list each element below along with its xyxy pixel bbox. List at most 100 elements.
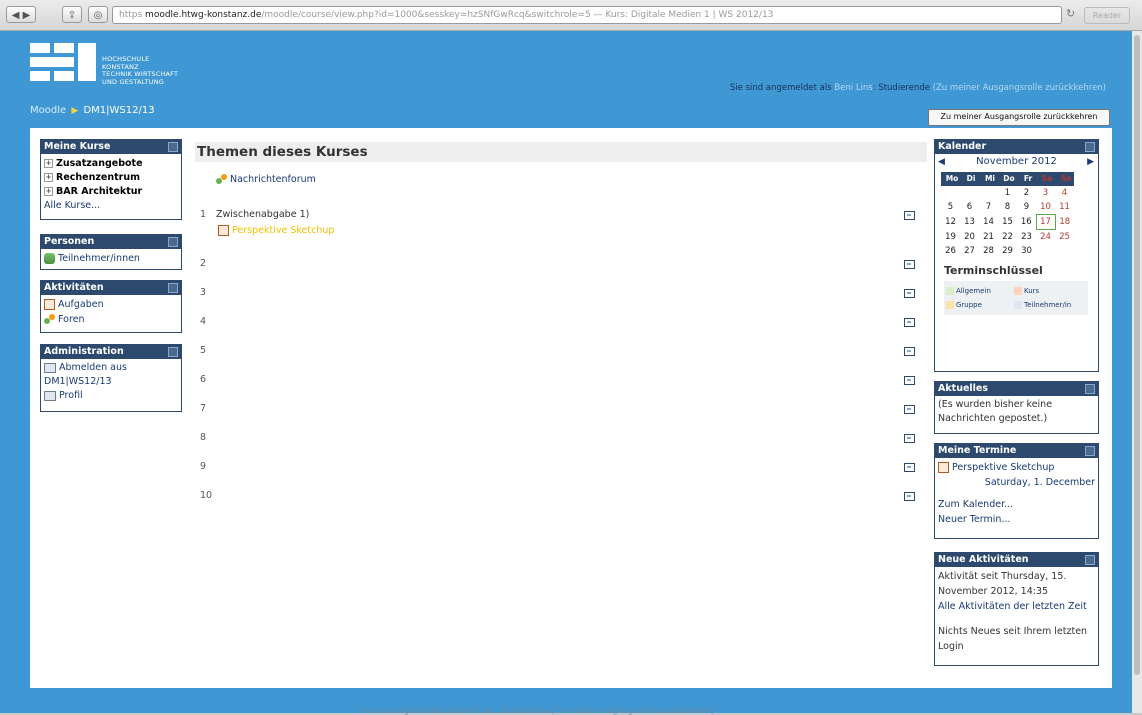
news-forum-link[interactable]: Nachrichtenforum — [216, 174, 316, 185]
key-user[interactable]: Teilnehmer/in — [1012, 298, 1080, 312]
calendar-day[interactable]: 2 — [1017, 186, 1036, 200]
calendar-day[interactable]: 15 — [998, 215, 1017, 230]
calendar-day[interactable]: 6 — [960, 200, 979, 215]
page-scrollbar[interactable] — [1132, 31, 1142, 713]
calendar-day[interactable]: 24 — [1036, 230, 1055, 245]
forums-link[interactable]: Foren — [44, 312, 178, 327]
calendar-day[interactable]: 29 — [998, 244, 1017, 258]
hide-block-icon[interactable] — [1085, 384, 1095, 394]
event-link[interactable]: Perspektive Sketchup — [938, 460, 1095, 475]
calendar-day[interactable]: 13 — [960, 215, 979, 230]
section-number: 10 — [200, 490, 213, 501]
calendar-empty-cell — [941, 186, 960, 200]
section-toggle-icon[interactable] — [904, 492, 915, 501]
hide-block-icon[interactable] — [1085, 555, 1095, 565]
address-bar[interactable]: https moodle.htwg-konstanz.de/moodle/cou… — [112, 6, 1062, 24]
calendar-day[interactable]: 5 — [941, 200, 960, 215]
key-course-swatch — [1014, 287, 1022, 295]
calendar-key: Allgemein KursGruppe Teilnehmer/in — [944, 281, 1088, 315]
prev-month-icon[interactable]: ◀ — [938, 154, 945, 170]
profile-link[interactable]: Profil — [44, 389, 178, 403]
calendar-day[interactable]: 20 — [960, 230, 979, 245]
new-event-link[interactable]: Neuer Termin... — [938, 512, 1095, 527]
hide-block-icon[interactable] — [168, 283, 178, 293]
section-toggle-icon[interactable] — [904, 347, 915, 356]
calendar-day[interactable]: 8 — [998, 200, 1017, 215]
user-link[interactable]: Beni Lins — [834, 83, 872, 93]
key-course[interactable]: Kurs — [1012, 284, 1080, 298]
key-general[interactable]: Allgemein — [944, 284, 1012, 298]
block-title: Personen — [44, 236, 95, 247]
course-content: Meine Kurse + Zusatzangebote + Rechenzentr… — [30, 128, 1112, 688]
calendar-day[interactable]: 9 — [1017, 200, 1036, 215]
calendar-day[interactable]: 28 — [979, 244, 998, 258]
course-item[interactable]: + BAR Architektur — [44, 185, 178, 199]
calendar-day[interactable]: 30 — [1017, 244, 1036, 258]
section-toggle-icon[interactable] — [904, 318, 915, 327]
calendar-month[interactable]: November 2012 — [976, 156, 1057, 167]
calendar-link[interactable]: Zum Kalender... — [938, 497, 1095, 512]
unenrol-link-course[interactable]: DM1|WS12/13 — [44, 375, 178, 389]
breadcrumb-home-link[interactable]: Moodle — [30, 105, 66, 116]
calendar-day[interactable]: 16 — [1017, 215, 1036, 230]
block-title: Meine Kurse — [44, 141, 111, 152]
key-group[interactable]: Gruppe — [944, 298, 1012, 312]
back-forward-buttons[interactable]: ◀ ▶ — [6, 6, 36, 23]
participants-link[interactable]: Teilnehmer/innen — [44, 251, 178, 266]
return-role-link[interactable]: (Zu meiner Ausgangsrolle zurückkehren) — [933, 83, 1106, 93]
expand-icon[interactable]: + — [44, 173, 53, 182]
calendar-day[interactable]: 10 — [1036, 200, 1055, 215]
all-recent-activity-link[interactable]: Alle Aktivitäten der letzten Zeit — [938, 599, 1095, 614]
calendar-day[interactable]: 1 — [998, 186, 1017, 200]
return-role-button[interactable]: Zu meiner Ausgangsrolle zurückkehren — [928, 109, 1110, 126]
calendar-day[interactable]: 14 — [979, 215, 998, 230]
calendar-day[interactable]: 17 — [1035, 214, 1056, 230]
calendar-empty-cell — [1036, 244, 1055, 258]
block-title: Kalender — [938, 141, 987, 152]
scrollbar-thumb[interactable] — [1134, 35, 1140, 675]
section-toggle-icon[interactable] — [904, 289, 915, 298]
calendar-day[interactable]: 23 — [1017, 230, 1036, 245]
calendar-day[interactable]: 3 — [1036, 186, 1055, 200]
calendar-day[interactable]: 12 — [941, 215, 960, 230]
unenrol-link[interactable]: Abmelden aus — [44, 361, 178, 375]
section-toggle-icon[interactable] — [904, 376, 915, 385]
section-toggle-icon[interactable] — [904, 405, 915, 414]
calendar-day[interactable]: 27 — [960, 244, 979, 258]
calendar-day[interactable]: 21 — [979, 230, 998, 245]
course-item[interactable]: + Zusatzangebote — [44, 156, 178, 171]
expand-icon[interactable]: + — [44, 187, 53, 196]
htwg-logo: HOCHSCHULE KONSTANZ TECHNIK WIRTSCHAFT U… — [30, 43, 180, 93]
calendar-day[interactable]: 7 — [979, 200, 998, 215]
hide-block-icon[interactable] — [168, 347, 178, 357]
reader-button[interactable]: Reader — [1084, 7, 1130, 24]
weekday-header: So — [1055, 172, 1074, 186]
section-toggle-icon[interactable] — [904, 463, 915, 472]
history-icon[interactable]: ◎ — [88, 6, 108, 23]
assignments-link[interactable]: Aufgaben — [44, 297, 178, 312]
moodle-page: HOCHSCHULE KONSTANZ TECHNIK WIRTSCHAFT U… — [0, 31, 1142, 715]
calendar-day[interactable]: 11 — [1055, 200, 1074, 215]
next-month-icon[interactable]: ▶ — [1087, 154, 1094, 170]
hide-block-icon[interactable] — [1085, 446, 1095, 456]
expand-icon[interactable]: + — [44, 159, 53, 168]
calendar-day[interactable]: 19 — [941, 230, 960, 245]
section-toggle-icon[interactable] — [904, 260, 915, 269]
hide-block-icon[interactable] — [1085, 142, 1095, 152]
hide-block-icon[interactable] — [168, 237, 178, 247]
calendar-day[interactable]: 4 — [1055, 186, 1074, 200]
all-courses-link[interactable]: Alle Kurse... — [44, 199, 178, 213]
section-toggle-icon[interactable] — [904, 434, 915, 443]
calendar-day[interactable]: 18 — [1055, 215, 1074, 230]
section-number: 1 — [200, 209, 207, 220]
share-icon[interactable]: ⇪ — [62, 6, 82, 23]
hide-block-icon[interactable] — [168, 142, 178, 152]
section-toggle-icon[interactable] — [904, 211, 915, 220]
course-item[interactable]: + Rechenzentrum — [44, 171, 178, 185]
calendar-day[interactable]: 25 — [1055, 230, 1074, 245]
calendar-day[interactable]: 22 — [998, 230, 1017, 245]
reload-icon[interactable]: ↻ — [1066, 7, 1075, 20]
activities-block: Aktivitäten Aufgaben Foren — [40, 280, 182, 333]
calendar-day[interactable]: 26 — [941, 244, 960, 258]
activity-link[interactable]: Perspektive Sketchup — [218, 225, 334, 236]
